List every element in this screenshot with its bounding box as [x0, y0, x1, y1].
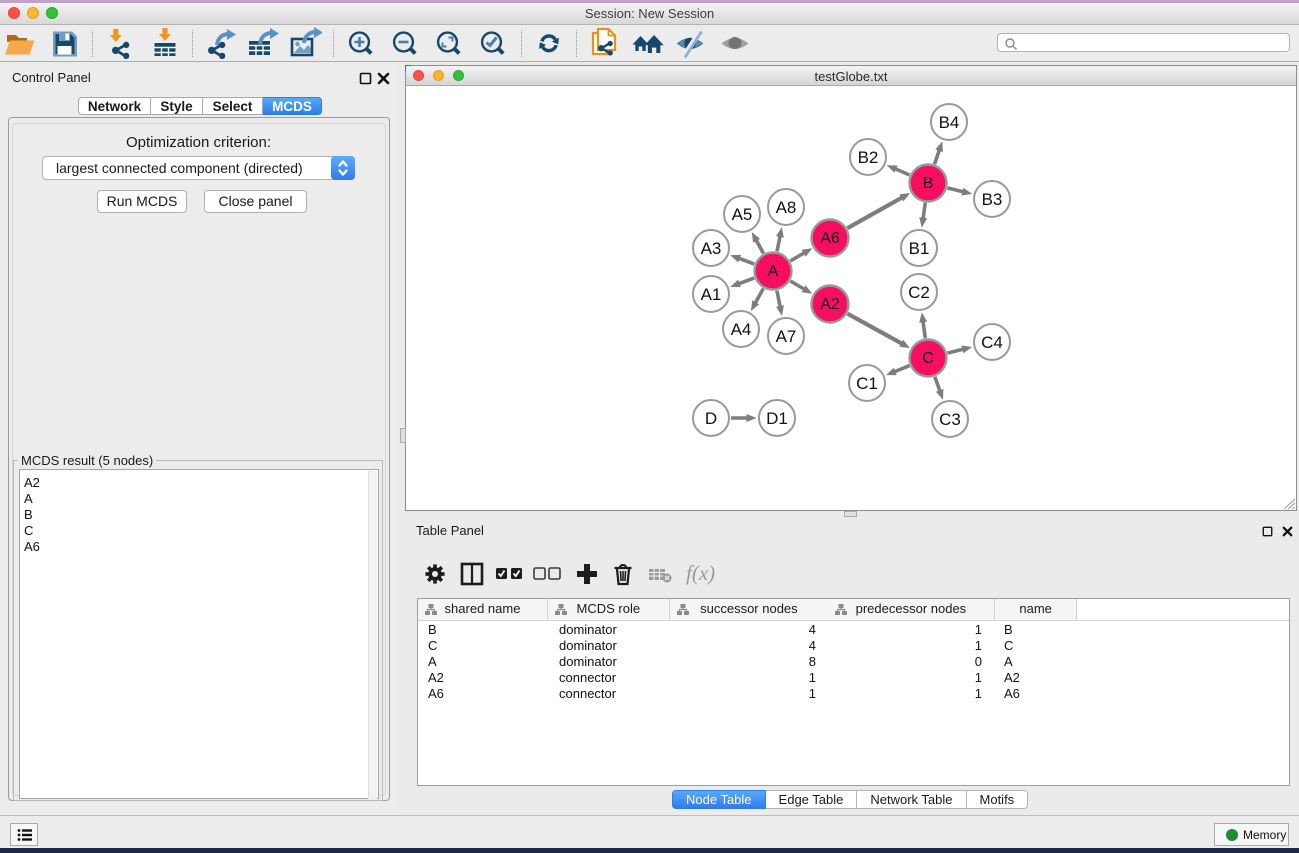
- svg-text:A5: A5: [732, 205, 753, 224]
- svg-text:A7: A7: [776, 327, 797, 346]
- svg-text:B4: B4: [939, 113, 960, 132]
- svg-text:C3: C3: [939, 410, 961, 429]
- svg-text:f(x): f(x): [686, 561, 715, 585]
- svg-text:B1: B1: [909, 239, 930, 258]
- svg-text:C1: C1: [856, 374, 878, 393]
- svg-text:C2: C2: [908, 283, 930, 302]
- svg-text:A8: A8: [776, 198, 797, 217]
- svg-text:D: D: [705, 409, 717, 428]
- svg-text:A: A: [768, 263, 779, 280]
- svg-text:B: B: [923, 175, 934, 192]
- svg-text:B3: B3: [982, 190, 1003, 209]
- svg-text:C: C: [922, 350, 934, 367]
- svg-text:A3: A3: [701, 239, 722, 258]
- svg-text:A1: A1: [701, 285, 722, 304]
- svg-text:A2: A2: [820, 296, 840, 313]
- svg-text:A4: A4: [731, 320, 752, 339]
- svg-text:B2: B2: [858, 148, 879, 167]
- svg-text:D1: D1: [766, 409, 788, 428]
- svg-text:C4: C4: [981, 333, 1003, 352]
- svg-text:A6: A6: [820, 230, 840, 247]
